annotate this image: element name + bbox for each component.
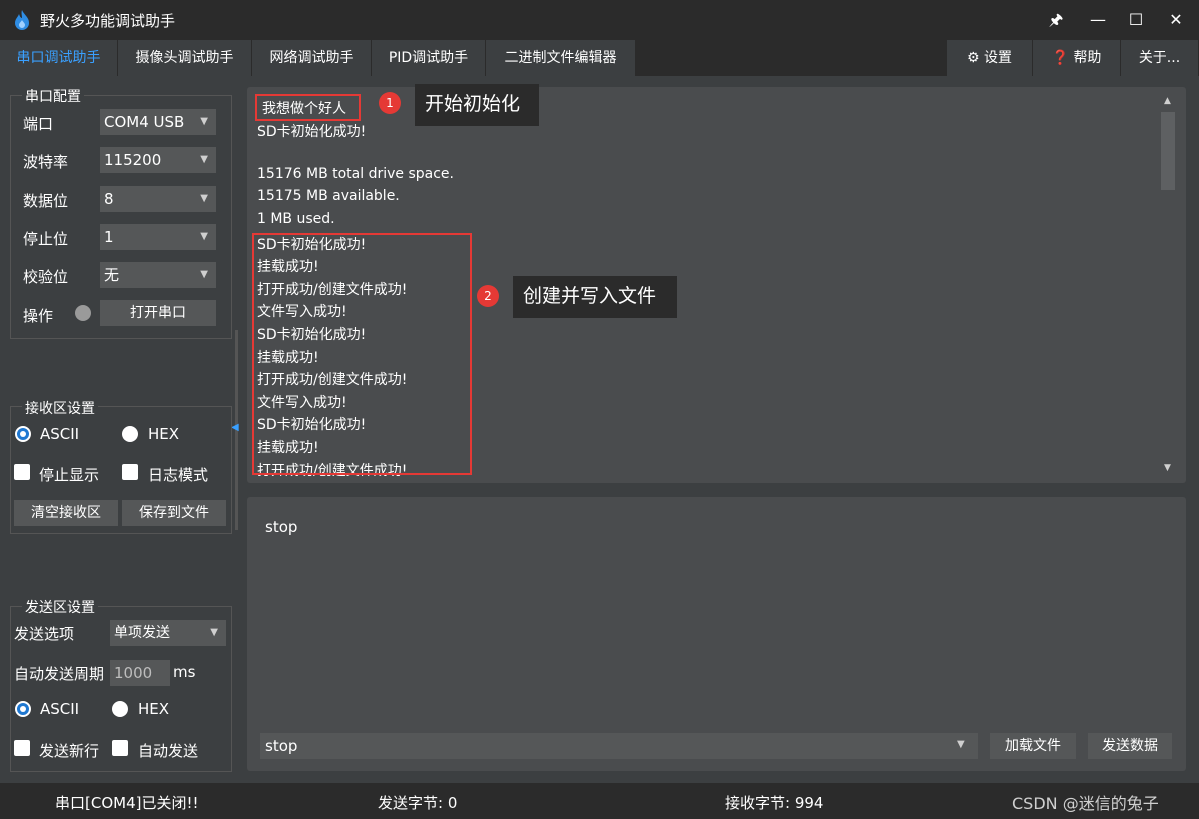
annotation-badge-2: 2 bbox=[477, 285, 499, 307]
watermark: CSDN @迷信的兔子 bbox=[1012, 794, 1159, 813]
annotation-badge-1: 1 bbox=[379, 92, 401, 114]
send-hex-label: HEX bbox=[138, 700, 170, 718]
clear-receive-button[interactable]: 清空接收区 bbox=[14, 500, 118, 526]
auto-send-label: 自动发送 bbox=[138, 742, 199, 760]
chevron-down-icon: ▼ bbox=[210, 627, 218, 638]
send-option-label: 发送选项 bbox=[14, 625, 75, 643]
auto-period-label: 自动发送周期 bbox=[14, 665, 105, 683]
send-option-select[interactable]: 单项发送 ▼ bbox=[110, 620, 226, 646]
recv-bytes-text: 接收字节: 994 bbox=[725, 794, 824, 812]
annotation-callout-1: 开始初始化 bbox=[415, 84, 539, 126]
highlight-box-2 bbox=[252, 233, 472, 475]
send-settings-title: 发送区设置 bbox=[22, 597, 98, 617]
scroll-down-icon[interactable]: ▼ bbox=[1164, 463, 1171, 473]
auto-period-input[interactable]: 1000 bbox=[110, 660, 170, 686]
receive-lines: 我想做个好人 SD卡初始化成功! 15176 MB total drive spac… bbox=[0, 0, 1199, 476]
receive-line: 15176 MB total drive space. bbox=[257, 165, 454, 182]
send-history-select[interactable] bbox=[260, 733, 978, 759]
send-ascii-label: ASCII bbox=[40, 700, 80, 718]
receive-line: 1 MB used. bbox=[257, 211, 335, 227]
send-newline-checkbox[interactable] bbox=[14, 740, 30, 756]
highlight-box-1 bbox=[255, 94, 361, 121]
scroll-up-icon[interactable]: ▲ bbox=[1164, 96, 1171, 106]
send-data-button[interactable]: 发送数据 bbox=[1088, 733, 1172, 759]
send-hex-radio[interactable] bbox=[112, 701, 128, 717]
annotation-callout-2: 创建并写入文件 bbox=[513, 276, 677, 318]
auto-send-checkbox[interactable] bbox=[112, 740, 128, 756]
send-newline-label: 发送新行 bbox=[39, 742, 100, 760]
send-ascii-radio[interactable] bbox=[15, 701, 31, 717]
sent-bytes-text: 发送字节: 0 bbox=[378, 794, 458, 812]
receive-line: 15175 MB available. bbox=[257, 188, 400, 205]
send-text-area[interactable] bbox=[247, 497, 1186, 771]
receive-line: SD卡初始化成功! bbox=[257, 123, 367, 140]
save-to-file-button[interactable]: 保存到文件 bbox=[122, 500, 226, 526]
send-text-content: stop bbox=[265, 518, 298, 536]
send-history-value: stop bbox=[265, 737, 298, 755]
receive-scrollbar[interactable] bbox=[1161, 112, 1175, 190]
period-unit-label: ms bbox=[173, 663, 196, 681]
load-file-button[interactable]: 加载文件 bbox=[990, 733, 1076, 759]
chevron-down-icon[interactable]: ▼ bbox=[957, 739, 965, 750]
send-option-value: 单项发送 bbox=[114, 625, 170, 641]
port-state-text: 串口[COM4]已关闭!! bbox=[55, 794, 199, 812]
